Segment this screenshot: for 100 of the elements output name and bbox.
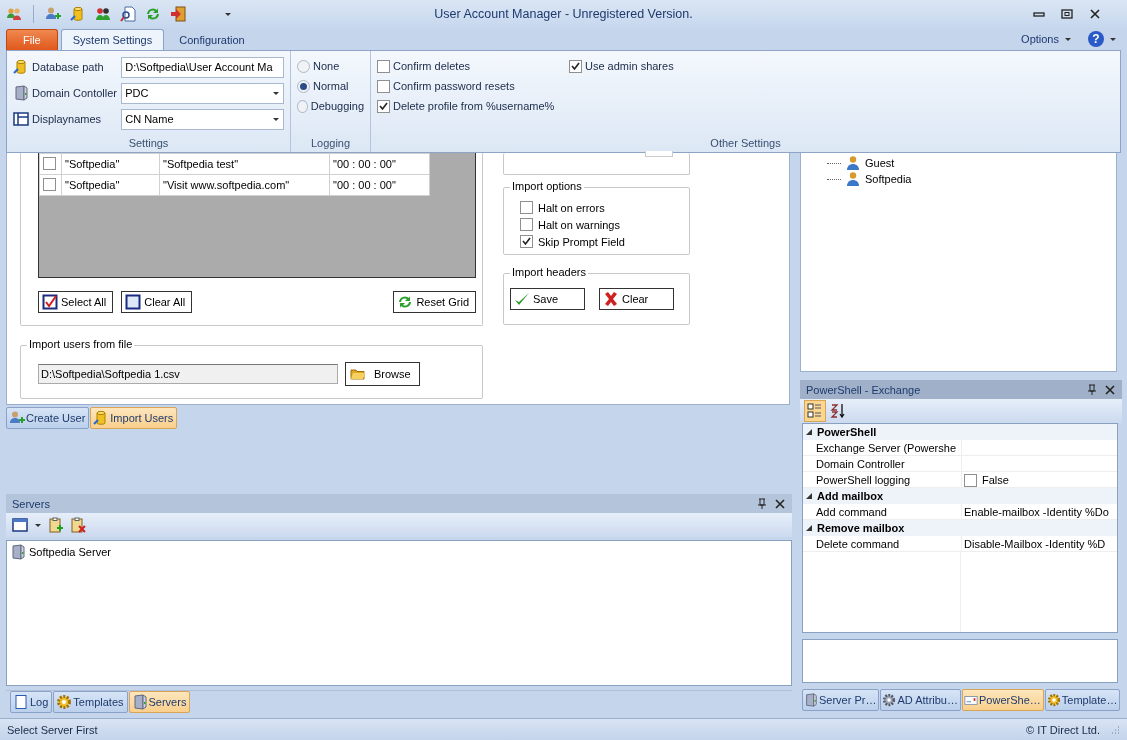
radio-button[interactable] [297,79,310,93]
category-label: Add mailbox [817,490,883,502]
checkbox[interactable] [520,235,533,248]
user-icon [845,171,861,187]
status-text: Select Server First [7,723,98,736]
property-name: PowerShell logging [815,473,912,488]
caret-icon[interactable] [34,522,42,528]
expand-arrow-icon[interactable] [805,492,813,500]
browse-button[interactable]: Browse [345,362,420,386]
header-button[interactable]: Clear [599,288,674,310]
clipboard-add-icon[interactable] [48,517,64,533]
exit-icon[interactable] [170,6,186,22]
list-item[interactable]: Softpedia Server [29,546,111,558]
list-icon [807,403,823,419]
checkbox[interactable] [569,59,582,73]
tab[interactable]: Servers [128,691,191,713]
expand-arrow-icon[interactable] [805,524,813,532]
tab[interactable]: PowerShe… [962,689,1044,711]
server-icon [131,694,148,710]
group-caption: Settings [127,136,170,151]
checkbox[interactable] [377,59,390,73]
grid-button[interactable]: Select All [38,291,114,313]
clipboard-delete-icon[interactable] [70,517,86,533]
tab[interactable]: Template… [1044,689,1121,711]
field-label: Displaynames [32,113,103,125]
checkbox-label: Confirm deletes [393,60,471,72]
group-icon[interactable] [95,6,111,22]
tree-item[interactable]: Softpedia [865,173,912,185]
file-path-field[interactable]: D:\Softpedia\Softpedia 1.csv [38,364,338,384]
checkbox[interactable] [377,79,390,93]
gear-icon [1046,693,1061,707]
checkbox[interactable] [377,99,390,113]
categorized-button[interactable] [804,400,826,422]
panel-title: Servers [12,497,51,510]
group-caption: Logging [309,136,352,151]
tab[interactable]: Import Users [90,407,178,429]
close-icon[interactable] [1104,383,1116,396]
caret-icon[interactable] [1064,36,1072,42]
card-icon [964,693,978,707]
cross-icon [603,291,619,307]
add-user-icon[interactable] [45,6,61,22]
search-icon[interactable] [120,6,136,22]
caret-icon[interactable] [1109,36,1117,42]
window-icon[interactable] [12,517,28,533]
maximize-icon[interactable] [1061,8,1073,20]
checkbox[interactable] [43,177,56,191]
property-name: Exchange Server (Powershe [815,441,957,456]
help-button[interactable]: ? [1088,31,1104,47]
property-value[interactable]: Enable-mailbox -Identity %Do [964,504,1109,520]
dropdown[interactable]: CN Name [121,108,284,130]
window-title: User Account Manager - Unregistered Version. [434,7,693,21]
refresh-icon [397,294,414,310]
checkbox-label: Confirm password resets [393,80,515,92]
checkbox-label: Halt on errors [538,201,605,214]
page-icon [13,694,29,710]
options-menu[interactable]: Options [1021,33,1059,45]
ribbon-tab[interactable]: Configuration [167,29,257,50]
sort-icon[interactable] [830,403,846,419]
table-cell: "Softpedia" [61,153,160,175]
table-cell: "Visit www.softpedia.com" [159,174,330,196]
number-field[interactable] [645,151,673,157]
server-icon [13,85,29,101]
tab[interactable]: Create User [6,407,90,429]
tab[interactable]: Log [10,691,53,713]
dropdown[interactable]: PDC [121,82,284,104]
checkbox[interactable] [964,473,977,487]
table-cell: "00 : 00 : 00" [329,153,430,175]
tab[interactable]: Templates [53,691,128,713]
folder-icon [350,366,366,382]
checkbox[interactable] [43,156,56,170]
header-button[interactable]: Save [510,288,585,310]
radio-label: Normal [313,80,349,92]
pin-icon[interactable] [756,497,768,510]
radio-label: None [313,60,340,72]
add-user-icon [9,410,25,426]
group-title: Import users from file [27,338,135,350]
tree-item[interactable]: Guest [865,157,895,169]
text-field[interactable]: D:\Softpedia\User Account Ma [121,56,284,78]
close-icon[interactable] [1089,8,1101,20]
grid-button[interactable]: Reset Grid [393,291,476,313]
server-icon [10,544,26,560]
property-value[interactable]: Disable-Mailbox -Identity %D [964,536,1106,552]
radio-button[interactable] [297,59,310,73]
radio-button[interactable] [297,99,308,113]
caret-icon[interactable] [224,11,232,17]
tab[interactable]: Server Pr… [802,689,880,711]
checkbox-icon [42,294,58,310]
checkbox[interactable] [520,218,533,231]
close-icon[interactable] [774,497,786,510]
checkbox[interactable] [520,201,533,214]
users-icon[interactable] [6,6,22,22]
refresh-icon[interactable] [145,6,161,22]
expand-arrow-icon[interactable] [805,428,813,436]
tab[interactable]: AD Attribu… [880,689,961,711]
checkbox-label: Use admin shares [585,60,674,72]
database-icon[interactable] [70,6,86,22]
server-icon [804,693,818,707]
pin-icon[interactable] [1086,383,1098,396]
ribbon-tab[interactable]: System Settings [60,29,165,50]
grid-button[interactable]: Clear All [121,291,193,313]
